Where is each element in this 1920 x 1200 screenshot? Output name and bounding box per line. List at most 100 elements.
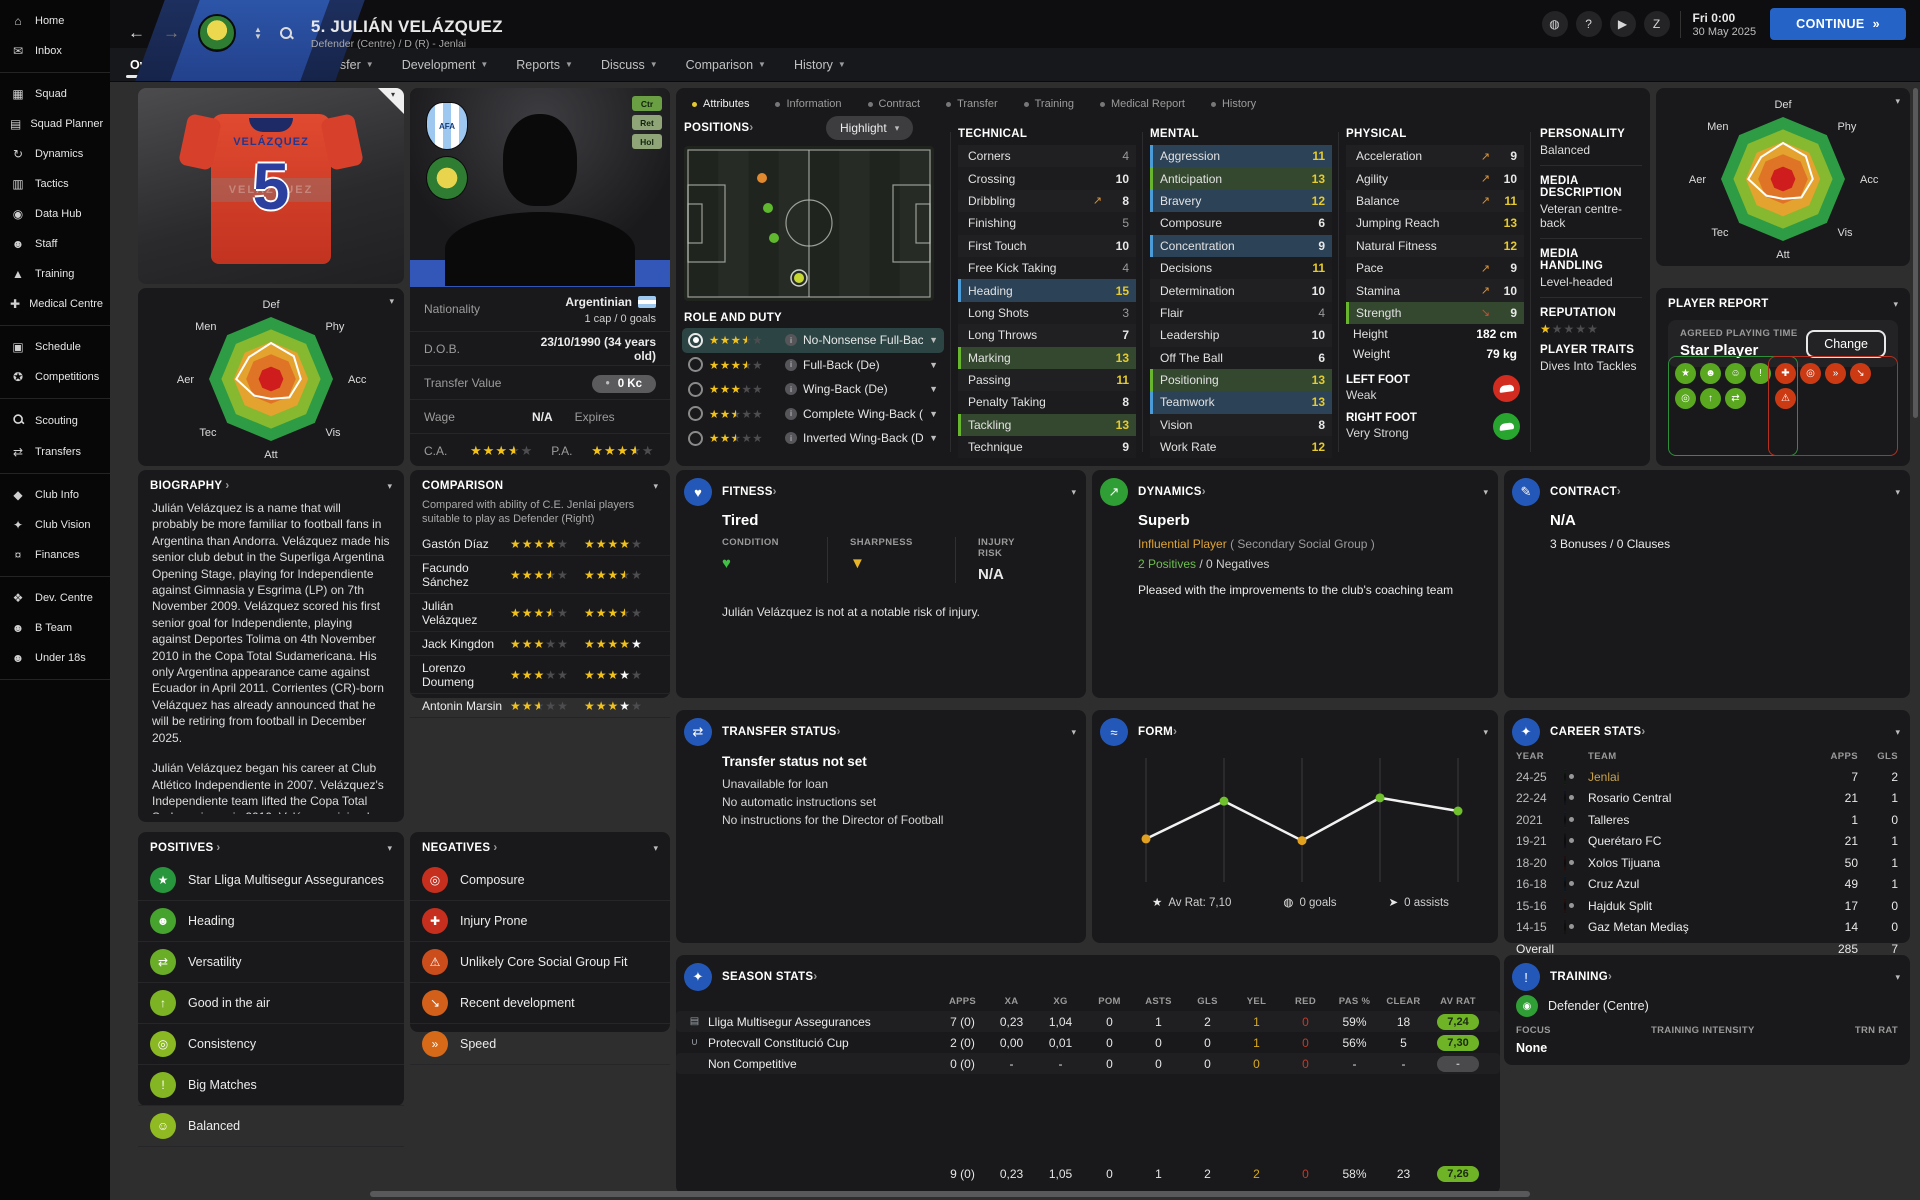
transfer-value-pill[interactable]: • 0 Kc (591, 374, 656, 393)
team-badge-icon (1564, 897, 1566, 914)
collapse-caret-icon[interactable]: ▾ (1483, 487, 1488, 498)
comparison-row[interactable]: Antonin Marsin★★★★★★★★★★★ (410, 694, 670, 718)
sidebar-item-tactics[interactable]: ▥ Tactics (0, 169, 110, 199)
collapse-caret-icon[interactable]: ▾ (1893, 299, 1898, 310)
comparison-row[interactable]: Facundo Sánchez★★★★★★★★★★★★ (410, 556, 670, 594)
sidebar-item-b-team[interactable]: ☻ B Team (0, 613, 110, 643)
svg-text:Phy: Phy (325, 321, 344, 333)
club-crest-icon[interactable] (198, 14, 236, 52)
attribute-row: Acceleration ↗ 9 (1346, 145, 1524, 168)
tab-development[interactable]: Development ▼ (390, 48, 501, 81)
sidebar-item-squad-planner[interactable]: ▤ Squad Planner (0, 109, 110, 139)
sidebar-item-home[interactable]: ⌂ Home (0, 6, 110, 36)
collapse-caret-icon[interactable]: ▾ (1071, 487, 1076, 498)
team-link[interactable]: Talleres (1588, 813, 1806, 827)
forward-button[interactable]: → (163, 23, 180, 43)
sidebar-item-inbox[interactable]: ✉ Inbox (0, 36, 110, 66)
role-option[interactable]: ★★★★★★iComplete Wing-Back (Su)▼ (682, 402, 944, 427)
team-link[interactable]: Hajduk Split (1588, 899, 1806, 913)
subtab-attributes[interactable]: Attributes (692, 98, 749, 110)
team-link[interactable]: Cruz Azul (1588, 877, 1806, 891)
social-icon[interactable]: ◍ (1541, 11, 1568, 37)
role-option[interactable]: ★★★★★★iInverted Wing-Back (De)▼ (682, 426, 944, 451)
team-link[interactable]: Jenlai (1588, 770, 1806, 784)
comparison-row[interactable]: Jack Kingdon ★★★★★ ★★★★★ (410, 632, 670, 656)
info-icon[interactable]: i (785, 432, 797, 445)
sidebar-item-under-18s[interactable]: ☻ Under 18s (0, 643, 110, 673)
collapse-caret-icon[interactable]: ▾ (389, 296, 394, 307)
fmz-icon[interactable]: Z (1643, 11, 1670, 37)
search-icon[interactable] (279, 26, 293, 40)
help-icon[interactable]: ? (1575, 11, 1602, 37)
role-option[interactable]: ★★★★★★iNo-Nonsense Full-Back (...▼ (682, 328, 944, 353)
collapse-caret-icon[interactable]: ▾ (1895, 727, 1900, 738)
club-cycle-buttons[interactable]: ▲ ▼ (254, 26, 262, 41)
subtab-transfer[interactable]: Transfer (946, 98, 998, 110)
team-link[interactable]: Rosario Central (1588, 791, 1806, 805)
sidebar-item-medical-centre[interactable]: ✚ Medical Centre (0, 289, 110, 319)
trait-row: ☻ Heading (138, 901, 404, 942)
sidebar-item-schedule[interactable]: ▣ Schedule (0, 332, 110, 362)
attribute-row: Off The Ball 6 (1150, 346, 1332, 369)
big-matches-icon: ! (150, 1072, 176, 1098)
comparison-row[interactable]: Gastón Díaz ★★★★★ ★★★★★ (410, 532, 670, 556)
radio-icon (688, 406, 703, 422)
vertical-scrollbar[interactable] (1913, 88, 1918, 418)
tab-reports[interactable]: Reports ▼ (504, 48, 585, 81)
info-icon[interactable]: i (785, 407, 797, 420)
collapse-caret-icon[interactable]: ▾ (1895, 487, 1900, 498)
nationality-value[interactable]: Argentinian (565, 295, 632, 309)
subtab-training[interactable]: Training (1023, 98, 1074, 110)
collapse-caret-icon[interactable]: ▾ (387, 481, 392, 492)
comparison-row[interactable]: Julián Velázquez★★★★★★★★★★★★ (410, 594, 670, 632)
comparison-row[interactable]: Lorenzo Doumeng ★★★★★ ★★★★★ (410, 656, 670, 694)
transfers-icon: ⇄ (12, 445, 24, 459)
team-link[interactable]: Xolos Tijuana (1588, 856, 1806, 870)
change-button[interactable]: Change (1806, 329, 1886, 358)
career-row: 18-20 Xolos Tijuana 50 1 (1516, 854, 1898, 871)
svg-text:Tec: Tec (1711, 227, 1729, 239)
tab-comparison[interactable]: Comparison ▼ (674, 48, 778, 81)
sidebar-item-data-hub[interactable]: ◉ Data Hub (0, 199, 110, 229)
sidebar-item-squad[interactable]: ▦ Squad (0, 79, 110, 109)
horizontal-scrollbar[interactable] (370, 1191, 1530, 1197)
collapse-caret-icon[interactable]: ▾ (1895, 972, 1900, 983)
sidebar-item-training[interactable]: ▲ Training (0, 259, 110, 289)
tab-discuss[interactable]: Discuss ▼ (589, 48, 670, 81)
highlight-dropdown[interactable]: Highlight ▾ (826, 116, 914, 140)
tab-history[interactable]: History ▼ (782, 48, 858, 81)
team-link[interactable]: Gaz Metan Mediaş (1588, 920, 1806, 934)
sidebar-item-scouting[interactable]: Scouting (0, 405, 110, 437)
back-button[interactable]: ← (128, 23, 145, 43)
sidebar-item-club-vision[interactable]: ✦ Club Vision (0, 510, 110, 540)
sharpness-icon: ▼ (850, 555, 865, 572)
collapse-caret-icon[interactable]: ▾ (653, 481, 658, 492)
sidebar-item-transfers[interactable]: ⇄ Transfers (0, 437, 110, 467)
collapse-caret-icon[interactable]: ▾ (653, 843, 658, 854)
continue-button[interactable]: CONTINUE » (1770, 8, 1906, 40)
video-icon[interactable]: ▶ (1609, 11, 1636, 37)
collapse-caret-icon[interactable]: ▾ (1895, 96, 1900, 107)
sidebar-item-dynamics[interactable]: ↻ Dynamics (0, 139, 110, 169)
collapse-caret-icon[interactable]: ▾ (387, 843, 392, 854)
sidebar-item-staff[interactable]: ☻ Staff (0, 229, 110, 259)
subtab-history[interactable]: History (1210, 98, 1256, 110)
subtab-information[interactable]: Information (775, 98, 842, 110)
collapse-caret-icon[interactable]: ▾ (1483, 727, 1488, 738)
team-link[interactable]: Querétaro FC (1588, 834, 1806, 848)
role-option[interactable]: ★★★★★★iFull-Back (De)▼ (682, 353, 944, 378)
collapse-caret-icon[interactable]: ▾ (1071, 727, 1076, 738)
sidebar-item-dev-centre[interactable]: ❖ Dev. Centre (0, 583, 110, 613)
info-icon[interactable]: i (785, 334, 797, 347)
info-icon[interactable]: i (785, 358, 797, 371)
subtab-medical-report[interactable]: Medical Report (1099, 98, 1185, 110)
tactics-icon: ▥ (12, 177, 24, 191)
subtab-contract[interactable]: Contract (867, 98, 920, 110)
sidebar-item-finances[interactable]: ¤ Finances (0, 540, 110, 570)
collapse-corner-button[interactable]: ▾ (378, 88, 404, 114)
info-icon[interactable]: i (785, 383, 797, 396)
career-row: 2021 Talleres 1 0 (1516, 811, 1898, 828)
sidebar-item-competitions[interactable]: ✪ Competitions (0, 362, 110, 392)
sidebar-item-club-info[interactable]: ◆ Club Info (0, 480, 110, 510)
role-option[interactable]: ★★★★★ i Wing-Back (De) ▼ (682, 377, 944, 402)
